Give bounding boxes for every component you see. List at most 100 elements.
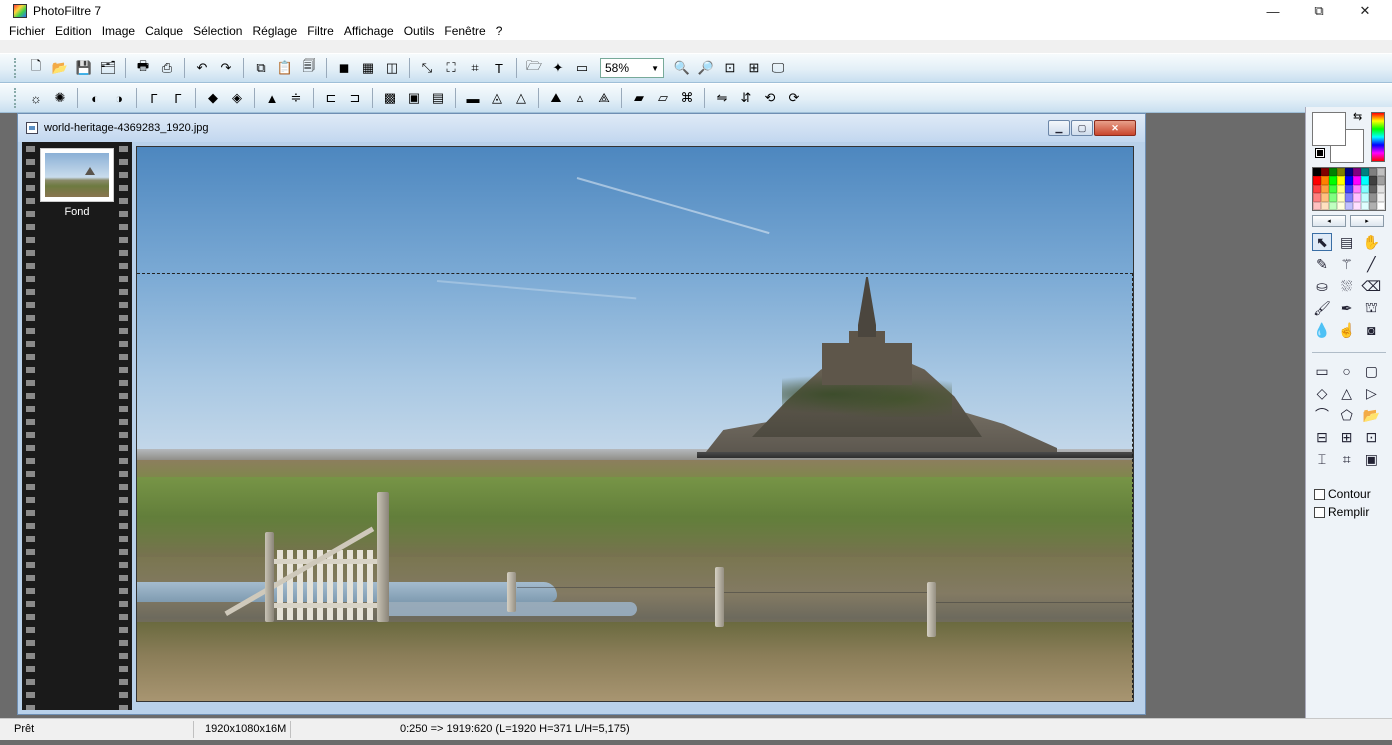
- diamond-icon[interactable]: ◇: [1312, 384, 1332, 402]
- toolbar-grip[interactable]: [14, 58, 18, 78]
- resize-image-icon[interactable]: ⤡: [416, 57, 438, 79]
- advanced-brush-icon[interactable]: ✒: [1337, 299, 1357, 317]
- gamma-up-icon[interactable]: Γ: [167, 87, 189, 109]
- smudge-icon[interactable]: ☝: [1337, 321, 1357, 339]
- gradient-icon[interactable]: ▰: [628, 87, 650, 109]
- color-swatch[interactable]: [1337, 193, 1345, 202]
- document-maximize-button[interactable]: ▢: [1071, 120, 1093, 136]
- palette-prev-button[interactable]: ◂: [1312, 215, 1346, 227]
- tiles-icon[interactable]: ▤: [427, 87, 449, 109]
- rotate-right-icon[interactable]: ⟳: [783, 87, 805, 109]
- save-icon[interactable]: 💾: [73, 57, 95, 79]
- window-frame-icon[interactable]: ▣: [1361, 450, 1381, 468]
- window-icon[interactable]: ▭: [571, 57, 593, 79]
- color-spectrum[interactable]: [1371, 112, 1385, 162]
- color-swatch[interactable]: [1321, 201, 1329, 210]
- color-swatch[interactable]: [1321, 193, 1329, 202]
- adjust-icon[interactable]: ◫: [381, 57, 403, 79]
- new-file-icon[interactable]: 🗋: [25, 57, 47, 79]
- edge-icon[interactable]: ▵: [569, 87, 591, 109]
- rotate-left-icon[interactable]: ⟲: [759, 87, 781, 109]
- auto-levels-icon[interactable]: ⊏: [320, 87, 342, 109]
- color-swatch[interactable]: [1361, 176, 1369, 185]
- color-swatch[interactable]: [1329, 168, 1337, 177]
- checkbox-box[interactable]: [1314, 488, 1325, 500]
- color-swatch[interactable]: [1345, 168, 1353, 177]
- ratio-32-icon[interactable]: ⊡: [1361, 428, 1381, 446]
- foreground-color-swatch[interactable]: [1312, 112, 1346, 146]
- select-all-icon[interactable]: ⊟: [1312, 428, 1332, 446]
- hand-tool-icon[interactable]: ✋: [1361, 233, 1381, 251]
- color-swatches[interactable]: [1312, 167, 1386, 211]
- menu-edition[interactable]: Edition: [50, 24, 97, 38]
- color-swatch[interactable]: [1313, 193, 1321, 202]
- color-swatch[interactable]: [1345, 184, 1353, 194]
- emboss-icon[interactable]: ⛰: [545, 87, 567, 109]
- explorer-icon[interactable]: 🗁: [523, 57, 545, 79]
- contrast-up-icon[interactable]: ◑: [108, 87, 130, 109]
- triangle-icon[interactable]: △: [1337, 384, 1357, 402]
- color-swatch[interactable]: [1313, 176, 1321, 185]
- color-swatch[interactable]: [1313, 201, 1321, 210]
- color-swatch[interactable]: [1321, 168, 1329, 177]
- crop-icon[interactable]: ⌗: [464, 57, 486, 79]
- color-swatch[interactable]: [1353, 176, 1361, 185]
- color-swatch[interactable]: [1353, 193, 1361, 202]
- open-file-icon[interactable]: 📂: [49, 57, 71, 79]
- color-swatch[interactable]: [1353, 201, 1361, 210]
- fit-window-icon[interactable]: ⊡: [719, 57, 741, 79]
- color-swatch[interactable]: [1377, 168, 1385, 177]
- selection-tool-icon[interactable]: ⬉: [1312, 233, 1332, 251]
- rounded-rect-icon[interactable]: ▢: [1361, 362, 1381, 380]
- color-swatch[interactable]: [1321, 184, 1329, 194]
- color-swatch[interactable]: [1377, 201, 1385, 210]
- color-swatch[interactable]: [1369, 193, 1377, 202]
- print-icon[interactable]: 🖶: [132, 57, 154, 79]
- menu-outils[interactable]: Outils: [399, 24, 440, 38]
- clone-icon[interactable]: ◙: [1361, 321, 1381, 339]
- levels-icon[interactable]: ▲: [261, 87, 283, 109]
- color-swatch[interactable]: [1345, 201, 1353, 210]
- frame-icon[interactable]: ▱: [652, 87, 674, 109]
- text-icon[interactable]: T: [488, 57, 510, 79]
- resize-canvas-icon[interactable]: ⛶: [440, 57, 462, 79]
- color-swatch[interactable]: [1329, 184, 1337, 194]
- saturation-down-icon[interactable]: ◆: [202, 87, 224, 109]
- color-swatch[interactable]: [1313, 184, 1321, 194]
- color-swatch[interactable]: [1361, 168, 1369, 177]
- marquee-icon[interactable]: ⌗: [1337, 450, 1357, 468]
- color-swatch[interactable]: [1369, 184, 1377, 194]
- sharpen-more-icon[interactable]: △: [510, 87, 532, 109]
- color-swatch[interactable]: [1361, 184, 1369, 194]
- document-window[interactable]: world-heritage-4369283_1920.jpg ▁ ▢ ✕ Fo…: [17, 113, 1146, 715]
- layer-thumbnail[interactable]: [40, 148, 114, 202]
- minimize-button[interactable]: —: [1250, 0, 1296, 22]
- layer-tool-icon[interactable]: ▤: [1337, 233, 1357, 251]
- fullscreen-icon[interactable]: 🖵: [767, 57, 789, 79]
- color-swatch[interactable]: [1329, 201, 1337, 210]
- menu-reglage[interactable]: Réglage: [247, 24, 302, 38]
- polygon-icon[interactable]: ⬠: [1337, 406, 1357, 424]
- color-swatch[interactable]: [1377, 176, 1385, 185]
- color-swatch[interactable]: [1345, 176, 1353, 185]
- paste-new-icon[interactable]: 🗐: [298, 57, 320, 79]
- load-shape-icon[interactable]: 📂: [1361, 406, 1381, 424]
- text-cursor-icon[interactable]: ⌶: [1312, 450, 1332, 468]
- zoom-out-icon[interactable]: 🔎: [695, 57, 717, 79]
- color-swatch[interactable]: [1361, 193, 1369, 202]
- maximize-button[interactable]: ⧉: [1296, 0, 1342, 22]
- color-swatch[interactable]: [1329, 176, 1337, 185]
- palette-next-button[interactable]: ▸: [1350, 215, 1384, 227]
- undo-icon[interactable]: ↶: [191, 57, 213, 79]
- mosaic-icon[interactable]: ▣: [403, 87, 425, 109]
- image-canvas[interactable]: [136, 146, 1134, 702]
- magic-wand-icon[interactable]: ⚚: [1337, 255, 1357, 273]
- blur-drop-icon[interactable]: 💧: [1312, 321, 1332, 339]
- contrast-down-icon[interactable]: ◐: [84, 87, 106, 109]
- copy-icon[interactable]: ⧉: [250, 57, 272, 79]
- brightness-down-icon[interactable]: ☼: [25, 87, 47, 109]
- swap-colors-icon[interactable]: ⇆: [1353, 110, 1362, 123]
- menu-filtre[interactable]: Filtre: [302, 24, 339, 38]
- color-swatch[interactable]: [1353, 184, 1361, 194]
- color-swatch[interactable]: [1337, 168, 1345, 177]
